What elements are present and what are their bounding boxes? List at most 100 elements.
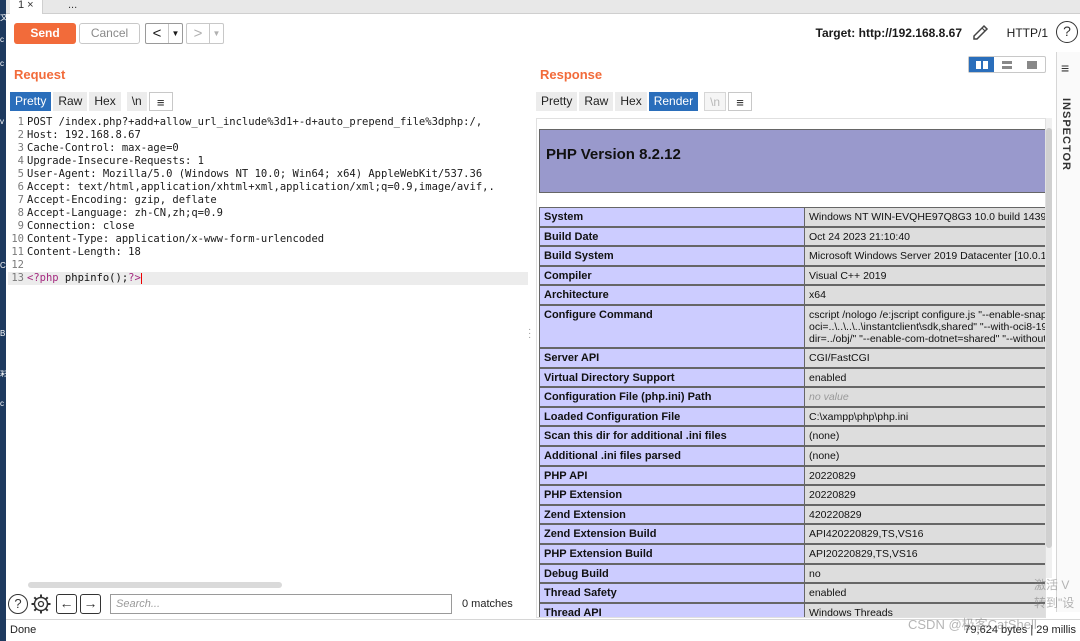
request-horizontal-scrollbar[interactable] bbox=[28, 582, 282, 588]
line-number: 3 bbox=[17, 142, 24, 154]
line-number: 10 bbox=[11, 233, 24, 245]
response-vertical-scrollbar[interactable] bbox=[1046, 118, 1052, 578]
response-newline-toggle[interactable]: \n bbox=[704, 92, 727, 111]
phpinfo-key: Loaded Configuration File bbox=[539, 406, 805, 427]
response-tab-pretty[interactable]: Pretty bbox=[536, 92, 578, 111]
http-protocol-selector[interactable]: HTTP/1 bbox=[1007, 26, 1048, 40]
search-previous-arrow-icon[interactable]: ← bbox=[56, 594, 77, 614]
phpinfo-key: Thread Safety bbox=[539, 583, 805, 603]
response-tab-raw[interactable]: Raw bbox=[579, 92, 614, 111]
phpinfo-key: Virtual Directory Support bbox=[539, 367, 805, 388]
phpinfo-row: Zend Extension Build API420220829,TS,VS16 bbox=[539, 524, 1045, 544]
forward-button[interactable]: > bbox=[187, 24, 209, 43]
desktop-edge: 文 c c v C B 彩 c bbox=[0, 0, 6, 641]
phpinfo-value: (none) bbox=[805, 446, 1045, 466]
edge-glyph: B bbox=[0, 330, 6, 338]
php-open-tag: <?php bbox=[27, 272, 59, 284]
line-text: Content-Length: 18 bbox=[27, 246, 141, 258]
edge-glyph: v bbox=[0, 118, 4, 126]
php-close-tag: ?> bbox=[128, 272, 141, 284]
request-line: 3 Cache-Control: max-age=0 bbox=[8, 142, 528, 155]
tab-1[interactable]: 1 × bbox=[10, 0, 43, 14]
phpinfo-key: Debug Build bbox=[539, 563, 805, 584]
search-next-arrow-icon[interactable]: → bbox=[80, 594, 101, 614]
phpinfo-row: Debug Build no bbox=[539, 563, 1045, 584]
scroll-thumb[interactable] bbox=[1046, 128, 1052, 548]
phpinfo-row: PHP Extension Build API20220829,TS,VS16 bbox=[539, 544, 1045, 564]
phpinfo-row: Thread Safety enabled bbox=[539, 583, 1045, 603]
layout-stacked-icon[interactable] bbox=[994, 57, 1019, 72]
phpinfo-value: 420220829 bbox=[805, 504, 1045, 525]
back-nav-group: < ▼ bbox=[145, 23, 183, 44]
request-tab-pretty[interactable]: Pretty bbox=[10, 92, 52, 111]
request-line: 6 Accept: text/html,application/xhtml+xml… bbox=[8, 181, 528, 194]
help-icon[interactable]: ? bbox=[8, 594, 28, 614]
phpinfo-row: Virtual Directory Support enabled bbox=[539, 367, 1045, 388]
line-number: 6 bbox=[17, 181, 24, 193]
response-render-view: PHP Version 8.2.12 System Windows NT WIN-… bbox=[536, 118, 1046, 618]
phpinfo-key: Thread API bbox=[539, 602, 805, 617]
line-number: 13 bbox=[11, 272, 24, 284]
phpinfo-key: Server API bbox=[539, 348, 805, 368]
inspector-sidebar[interactable]: ≡ INSPECTOR bbox=[1056, 52, 1080, 612]
phpinfo-key: System bbox=[539, 207, 805, 227]
phpinfo-header: PHP Version 8.2.12 bbox=[539, 129, 1045, 193]
back-button[interactable]: < bbox=[146, 24, 168, 43]
phpinfo-key: Build Date bbox=[539, 226, 805, 247]
response-tab-hex[interactable]: Hex bbox=[615, 92, 647, 111]
phpinfo-key: Configuration File (php.ini) Path bbox=[539, 387, 805, 407]
request-editor[interactable]: 1 POST /index.php?+add+allow_url_include%… bbox=[8, 114, 528, 584]
tab-more[interactable]: ... bbox=[60, 0, 85, 14]
line-number: 2 bbox=[17, 129, 24, 141]
phpinfo-row: Configuration File (php.ini) Path no valu… bbox=[539, 387, 1045, 407]
phpinfo-value: API420220829,TS,VS16 bbox=[805, 524, 1045, 544]
response-tab-render[interactable]: Render bbox=[648, 92, 699, 111]
search-input[interactable] bbox=[110, 594, 452, 614]
response-options-menu-icon[interactable]: ≡ bbox=[728, 92, 753, 111]
phpinfo-row: Architecture x64 bbox=[539, 285, 1045, 305]
phpinfo-value: Microsoft Windows Server 2019 Datacenter… bbox=[805, 246, 1045, 266]
inspector-menu-icon[interactable]: ≡ bbox=[1061, 60, 1069, 76]
send-button[interactable]: Send bbox=[14, 23, 76, 44]
request-options-menu-icon[interactable]: ≡ bbox=[148, 92, 173, 111]
request-line-body: 13 <?php phpinfo();?> bbox=[8, 272, 528, 285]
phpinfo-key: Configure Command bbox=[539, 305, 805, 348]
request-line: 11 Content-Length: 18 bbox=[8, 246, 528, 259]
line-number: 7 bbox=[17, 194, 24, 206]
request-tab-hex[interactable]: Hex bbox=[89, 92, 121, 111]
burp-repeater-window: 文 c c v C B 彩 c 1 × ... Send Cancel < ▼ … bbox=[0, 0, 1080, 641]
phpinfo-value: enabled bbox=[805, 367, 1045, 388]
back-history-dropdown[interactable]: ▼ bbox=[168, 24, 182, 43]
request-line: 2 Host: 192.168.8.67 bbox=[8, 129, 528, 142]
request-line: 10 Content-Type: application/x-www-form-u… bbox=[8, 233, 528, 246]
forward-history-dropdown[interactable]: ▼ bbox=[209, 24, 223, 43]
request-tab-raw[interactable]: Raw bbox=[53, 92, 88, 111]
phpinfo-key: Scan this dir for additional .ini files bbox=[539, 426, 805, 446]
phpinfo-row: Loaded Configuration File C:\xampp\php\ph… bbox=[539, 406, 1045, 427]
phpinfo-key: PHP API bbox=[539, 465, 805, 486]
repeater-tab-strip: 1 × ... bbox=[6, 0, 1080, 14]
phpinfo-row: PHP Extension 20220829 bbox=[539, 485, 1045, 505]
target-label: Target: http://192.168.8.67 bbox=[815, 26, 963, 40]
php-call: phpinfo(); bbox=[58, 272, 129, 284]
layout-single-icon[interactable] bbox=[1020, 57, 1045, 72]
request-title: Request bbox=[14, 67, 66, 82]
phpinfo-row: Build System Microsoft Windows Server 201… bbox=[539, 246, 1045, 266]
request-line: 8 Accept-Language: zh-CN,zh;q=0.9 bbox=[8, 207, 528, 220]
phpinfo-key: Architecture bbox=[539, 285, 805, 305]
inspector-label[interactable]: INSPECTOR bbox=[1060, 98, 1072, 171]
pane-splitter-handle[interactable]: · · · bbox=[528, 325, 531, 343]
layout-side-by-side-icon[interactable] bbox=[969, 57, 995, 72]
phpinfo-key: Additional .ini files parsed bbox=[539, 446, 805, 466]
cancel-button[interactable]: Cancel bbox=[79, 23, 140, 44]
edit-target-pencil-icon[interactable] bbox=[970, 22, 992, 44]
phpinfo-key: Build System bbox=[539, 246, 805, 266]
phpinfo-row: PHP API 20220829 bbox=[539, 465, 1045, 486]
help-icon[interactable]: ? bbox=[1056, 21, 1078, 43]
request-newline-toggle[interactable]: \n bbox=[126, 92, 147, 111]
settings-gear-icon[interactable] bbox=[30, 593, 52, 615]
phpinfo-key: Zend Extension bbox=[539, 504, 805, 525]
phpinfo-row: System Windows NT WIN-EVQHE97Q8G3 10.0 bu… bbox=[539, 207, 1045, 227]
phpinfo-value: (none) bbox=[805, 426, 1045, 446]
line-text: Host: 192.168.8.67 bbox=[27, 129, 141, 141]
